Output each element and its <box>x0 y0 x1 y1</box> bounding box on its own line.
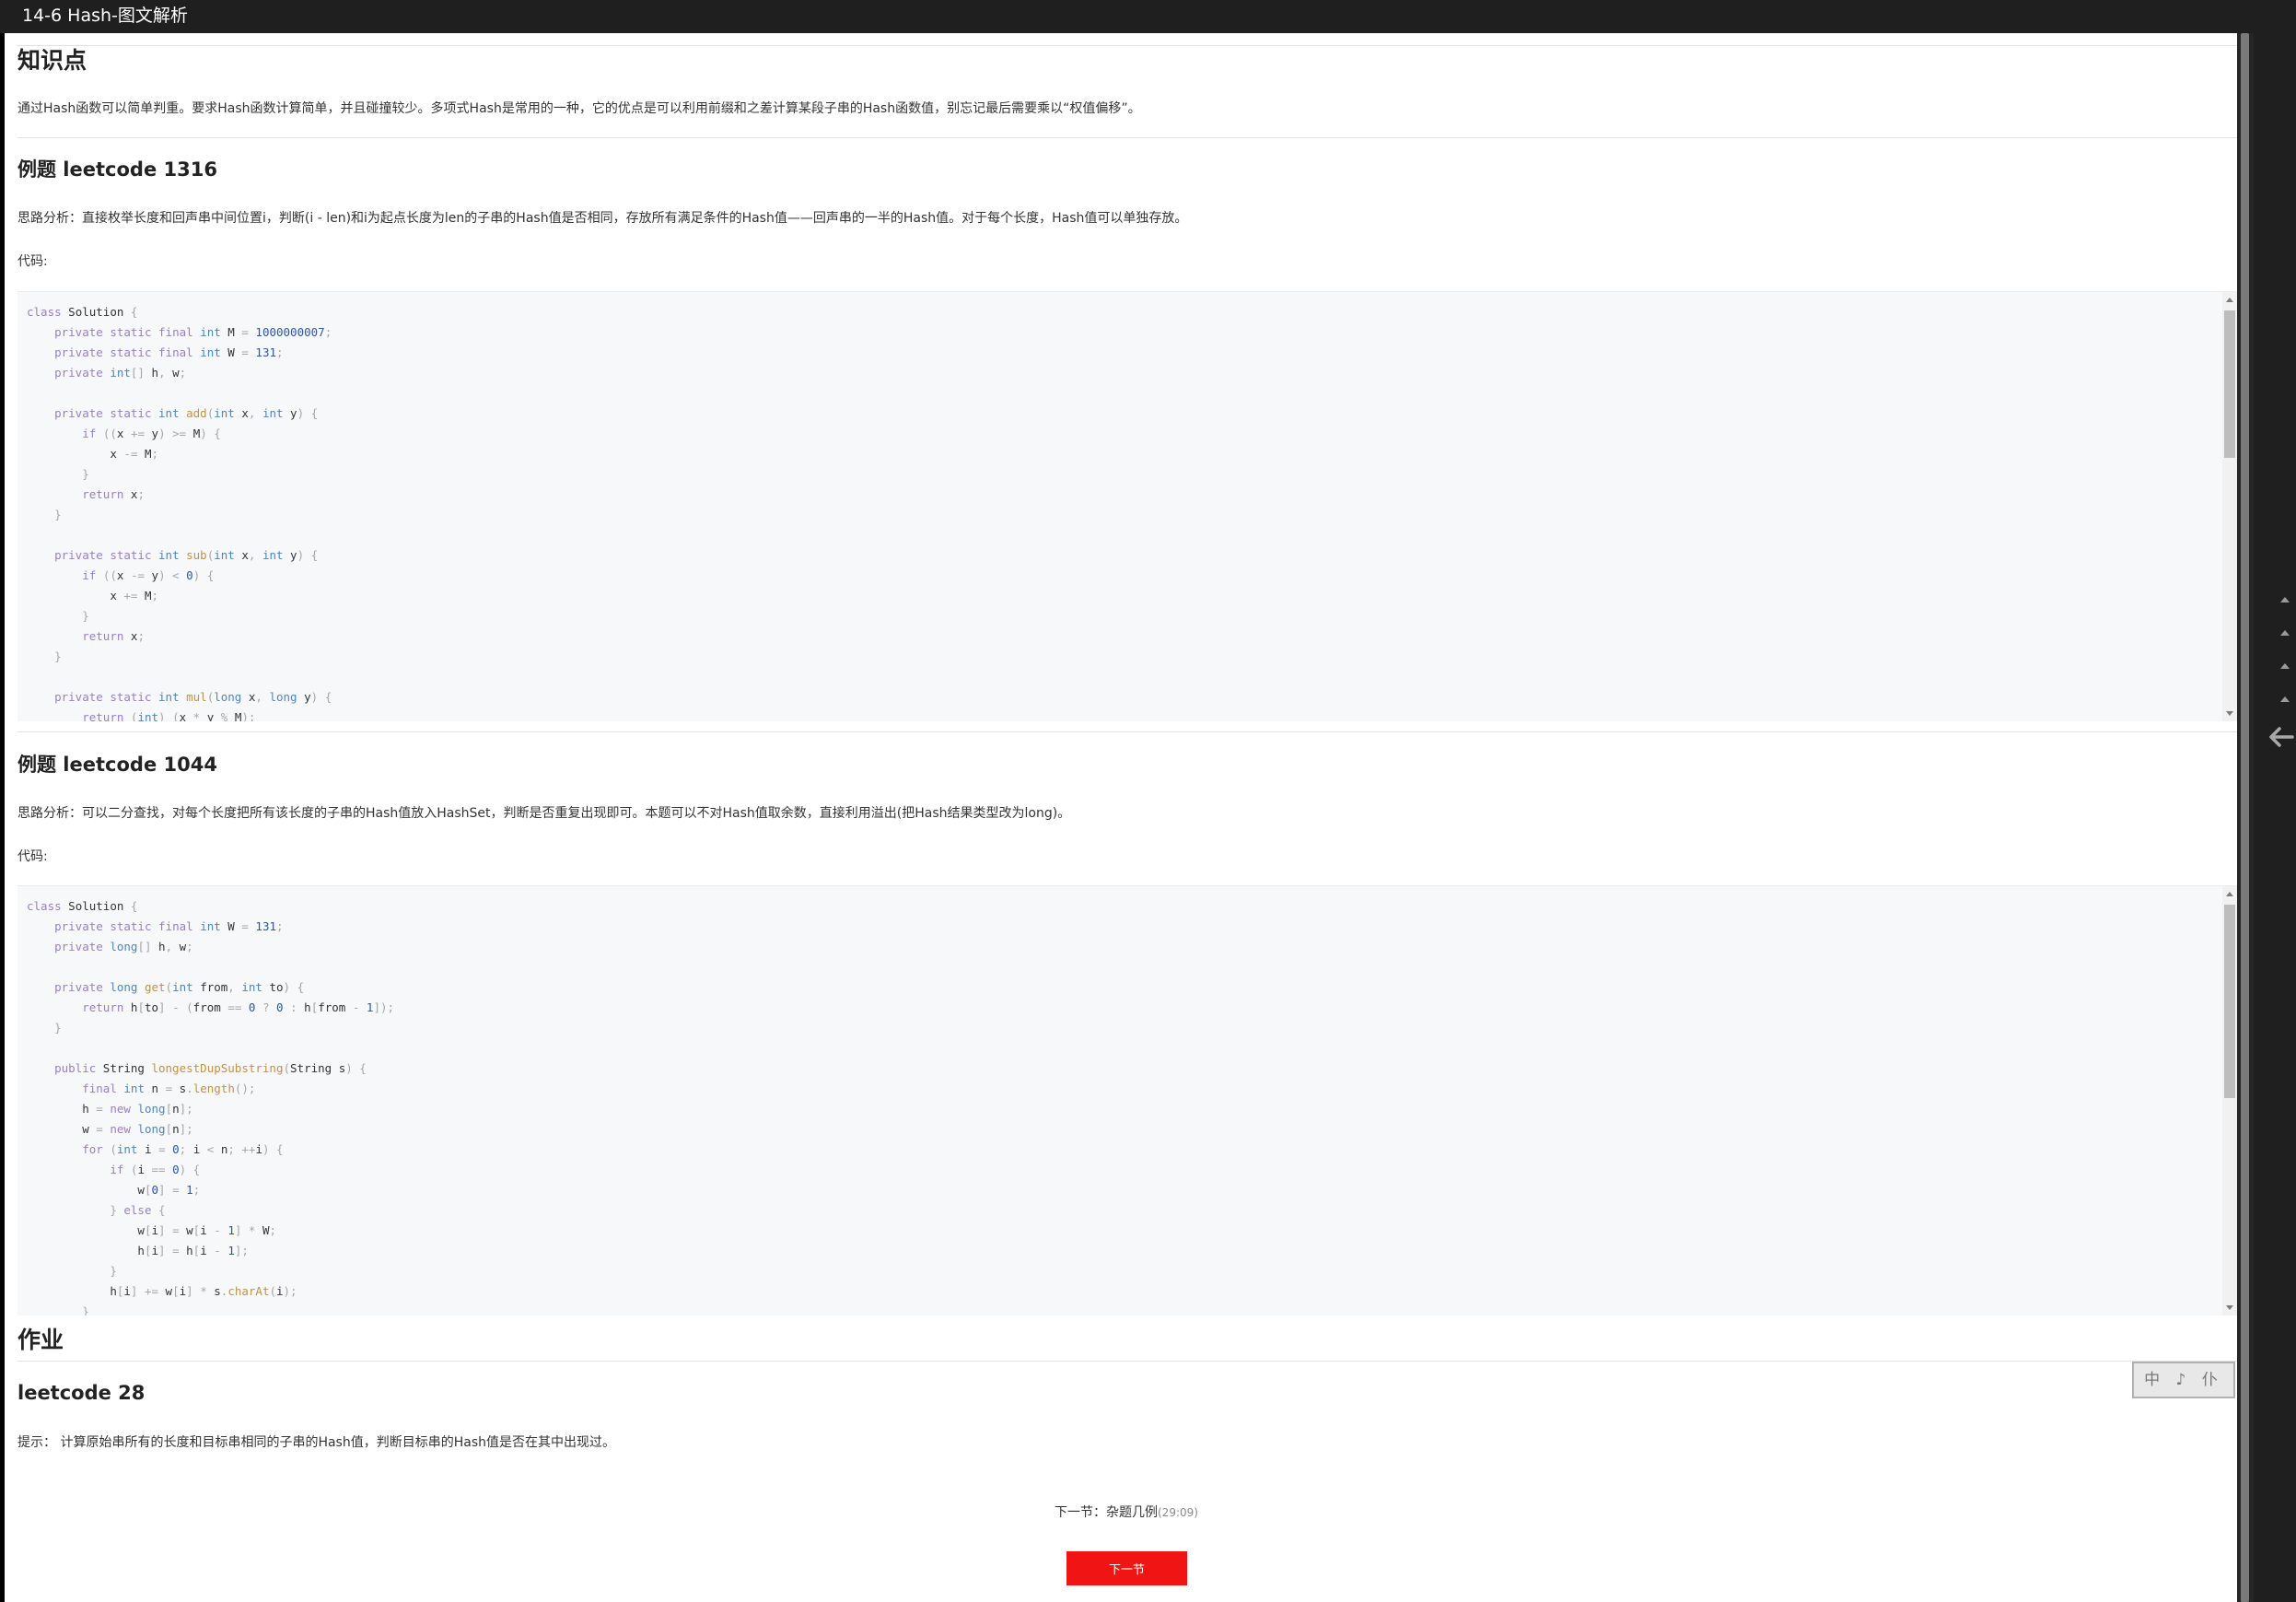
article-content: 知识点 通过Hash函数可以简单判重。要求Hash函数计算简单，并且碰撞较少。多… <box>5 33 2237 1602</box>
code-block-1044[interactable]: class Solution { private static final in… <box>17 885 2237 1316</box>
next-section-label[interactable]: 下一节：杂题几例(29:09) <box>1055 1503 1198 1522</box>
example2-analysis: 思路分析：可以二分查找，对每个长度把所有该长度的子串的Hash值放入HashSe… <box>17 806 1071 821</box>
triangle-down-icon[interactable] <box>2226 1305 2233 1310</box>
section-title-knowledge: 知识点 <box>17 47 87 74</box>
triangle-up-icon[interactable] <box>2226 298 2233 302</box>
next-section-duration: (29:09) <box>1158 1506 1198 1519</box>
sidebar-tick-icon[interactable] <box>2280 630 2290 636</box>
next-section-button[interactable]: 下一节 <box>1066 1551 1187 1585</box>
example1-code-label: 代码: <box>17 254 48 269</box>
page-scrollbar-thumb[interactable] <box>2241 33 2249 1602</box>
example1-analysis: 思路分析：直接枚举长度和回声串中间位置i，判断(i - len)和i为起点长度为… <box>17 211 1188 226</box>
homework-subtitle: leetcode 28 <box>17 1382 146 1404</box>
triangle-down-icon[interactable] <box>2226 711 2233 716</box>
code-text: class Solution { private static final in… <box>27 899 395 1316</box>
next-section-title: 下一节：杂题几例 <box>1055 1505 1158 1520</box>
divider <box>17 45 2237 46</box>
code-scrollbar-thumb[interactable] <box>2224 310 2235 458</box>
title-bar: 14-6 Hash-图文解析 <box>0 0 2296 33</box>
sidebar-tick-icon[interactable] <box>2280 663 2290 669</box>
example2-code-label: 代码: <box>17 849 48 864</box>
sidebar-tick-icon[interactable] <box>2280 597 2290 602</box>
arrow-left-icon[interactable] <box>2267 722 2296 752</box>
triangle-up-icon[interactable] <box>2226 892 2233 896</box>
code-scrollbar[interactable] <box>2222 886 2237 1316</box>
window-title: 14-6 Hash-图文解析 <box>22 6 188 26</box>
knowledge-text: 通过Hash函数可以简单判重。要求Hash函数计算简单，并且碰撞较少。多项式Ha… <box>17 101 1141 116</box>
code-text: class Solution { private static final in… <box>27 305 332 721</box>
section-title-homework: 作业 <box>17 1327 64 1353</box>
divider <box>17 137 2237 138</box>
right-sidebar <box>2254 33 2296 1602</box>
code-scrollbar-thumb[interactable] <box>2224 905 2235 1098</box>
sidebar-tick-icon[interactable] <box>2280 696 2290 702</box>
example1-title: 例题 leetcode 1316 <box>17 158 217 181</box>
example2-title: 例题 leetcode 1044 <box>17 754 217 776</box>
divider <box>17 1361 2237 1362</box>
homework-hint: 提示： 计算原始串所有的长度和目标串相同的子串的Hash值，判断目标串的Hash… <box>17 1435 615 1450</box>
divider <box>17 731 2237 732</box>
code-block-1316[interactable]: class Solution { private static final in… <box>17 291 2237 721</box>
code-scrollbar[interactable] <box>2222 292 2237 721</box>
page-scrollbar[interactable] <box>2237 33 2254 1602</box>
language-switcher-widget[interactable]: 中 ♪ 仆 <box>2132 1362 2235 1398</box>
